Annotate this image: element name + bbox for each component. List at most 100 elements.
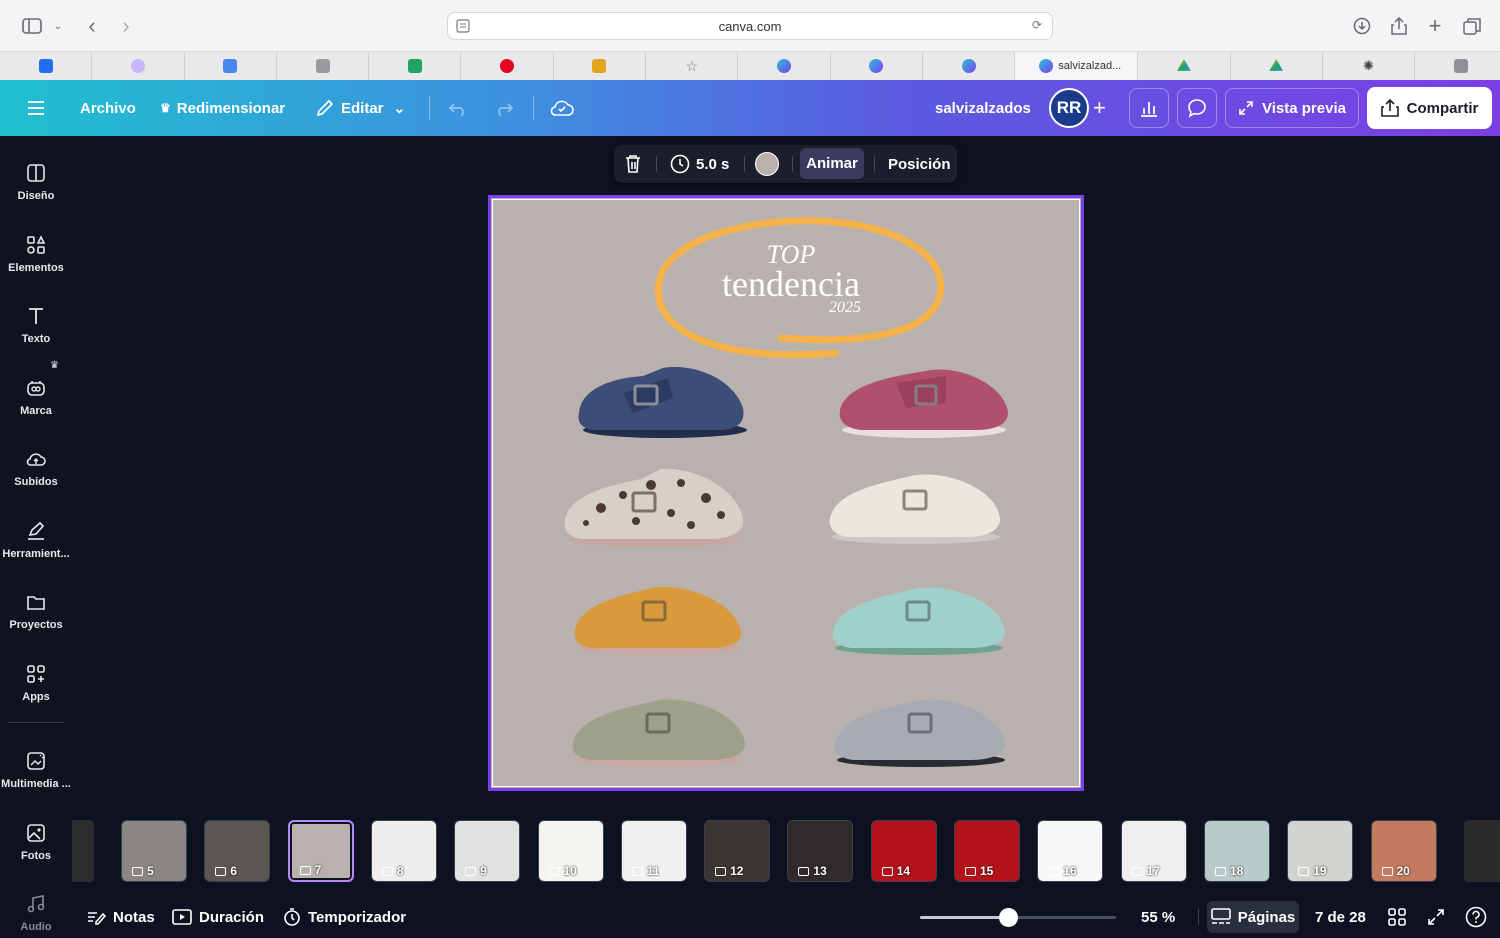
- page-number: 10: [548, 864, 577, 878]
- page-thumbnail[interactable]: 9: [454, 820, 521, 882]
- download-icon[interactable]: [1350, 14, 1374, 38]
- tab-canva-3[interactable]: [923, 52, 1016, 80]
- tab-trello[interactable]: [0, 52, 93, 80]
- design-page[interactable]: TOP tendencia 2025: [488, 195, 1084, 791]
- position-button[interactable]: Posición: [888, 145, 951, 183]
- chevron-down-icon[interactable]: ⌄: [46, 14, 70, 38]
- edit-menu-button[interactable]: Editar ⌄: [315, 80, 405, 136]
- tabs-overview-icon[interactable]: [1460, 14, 1484, 38]
- cloud-save-button[interactable]: [550, 80, 574, 136]
- page-thumbnail[interactable]: 5: [121, 820, 187, 882]
- new-tab-icon[interactable]: +: [1423, 13, 1447, 38]
- pink-clog-image[interactable]: [836, 358, 1014, 444]
- tab-canva-1[interactable]: [738, 52, 831, 80]
- sidebar-item-audio[interactable]: Audio: [0, 881, 72, 938]
- leopard-clog-image[interactable]: [561, 463, 747, 553]
- sage-clog-image[interactable]: [569, 688, 751, 774]
- sidebar-item-brand[interactable]: Marca: [0, 365, 72, 429]
- insights-button[interactable]: [1129, 88, 1169, 128]
- team-name[interactable]: salvizalzados: [935, 80, 1031, 136]
- help-button[interactable]: [1465, 896, 1487, 938]
- grey-clog-image[interactable]: [831, 688, 1011, 774]
- page-thumbnail[interactable]: 12: [704, 820, 771, 882]
- zoom-slider[interactable]: [920, 908, 1116, 927]
- zoom-slider-knob[interactable]: [999, 908, 1019, 927]
- page-thumbnail[interactable]: 8: [370, 820, 437, 882]
- file-menu-button[interactable]: Archivo: [80, 80, 136, 136]
- resize-button[interactable]: ♛ Redimensionar: [160, 80, 285, 136]
- notes-button[interactable]: Notas: [86, 896, 155, 938]
- fullscreen-button[interactable]: [1427, 896, 1445, 938]
- page-menu-icon[interactable]: [456, 19, 470, 36]
- sidebar-item-apps[interactable]: Apps: [0, 651, 72, 715]
- main-menu-button[interactable]: [26, 80, 46, 136]
- partial-thumbnail[interactable]: [1464, 820, 1500, 882]
- animate-button[interactable]: Animar: [800, 148, 864, 179]
- zoom-value[interactable]: 55 %: [1141, 896, 1175, 938]
- sidebar-item-multimedia[interactable]: Multimedia ...: [0, 738, 72, 802]
- sidebar-item-projects[interactable]: Proyectos: [0, 579, 72, 643]
- share-icon[interactable]: [1387, 14, 1411, 38]
- preview-button[interactable]: Vista previa: [1225, 88, 1359, 128]
- page-thumbnail[interactable]: 15: [954, 820, 1020, 882]
- sidebar-item-photos[interactable]: Fotos: [0, 810, 72, 874]
- translate-reload-icon[interactable]: ⟳: [1032, 18, 1042, 32]
- tab-pinterest[interactable]: [461, 52, 554, 80]
- tab-drive-1[interactable]: [1138, 52, 1231, 80]
- duration-button[interactable]: Duración: [172, 896, 264, 938]
- pages-button[interactable]: Páginas: [1207, 901, 1299, 933]
- sidebar-item-elements[interactable]: Elementos: [0, 222, 72, 286]
- tab-openai[interactable]: ✺: [1323, 52, 1416, 80]
- share-button[interactable]: Compartir: [1367, 87, 1492, 129]
- page-thumbnail[interactable]: 14: [870, 820, 937, 882]
- redo-button[interactable]: [494, 80, 514, 136]
- sidebar-item-tools[interactable]: Herramient...: [0, 508, 72, 572]
- tab-docs[interactable]: [185, 52, 277, 80]
- page-thumbnail[interactable]: 10: [537, 820, 604, 882]
- cream-clog-image[interactable]: [826, 463, 1006, 551]
- tab-c[interactable]: [1415, 52, 1500, 80]
- add-collaborator-button[interactable]: +: [1093, 80, 1106, 136]
- page-number-label: 9: [480, 864, 487, 878]
- page-thumbnail[interactable]: 6: [204, 820, 271, 882]
- avatar[interactable]: RR: [1049, 88, 1089, 128]
- tab-star[interactable]: ☆: [646, 52, 739, 80]
- background-color-button[interactable]: [755, 145, 779, 183]
- sidebar-item-uploads[interactable]: Subidos: [0, 436, 72, 500]
- address-bar[interactable]: canva.com ⟳: [447, 12, 1053, 40]
- page-thumbnail[interactable]: 7: [287, 820, 354, 882]
- timing-button[interactable]: 5.0 s: [670, 145, 729, 183]
- sidebar-item-design[interactable]: Diseño: [0, 150, 72, 214]
- navy-clog-image[interactable]: [573, 358, 751, 444]
- undo-button[interactable]: [448, 80, 468, 136]
- sidebar-item-text[interactable]: Texto: [0, 293, 72, 357]
- tab-spain[interactable]: [554, 52, 647, 80]
- tab-g[interactable]: [277, 52, 370, 80]
- page-thumbnail[interactable]: 11: [620, 820, 687, 882]
- text-icon: [29, 308, 43, 324]
- timer-label: Temporizador: [308, 908, 407, 926]
- page-thumbnail[interactable]: 16: [1037, 820, 1104, 882]
- page-counter[interactable]: 7 de 28: [1315, 896, 1366, 938]
- comments-button[interactable]: [1177, 88, 1217, 128]
- tab-canva-2[interactable]: [831, 52, 923, 80]
- page-thumbnail[interactable]: 20: [1370, 820, 1437, 882]
- page-thumbnail[interactable]: 18: [1203, 820, 1270, 882]
- back-icon[interactable]: ‹: [80, 13, 104, 38]
- forward-icon[interactable]: ›: [114, 13, 138, 38]
- page-thumbnail[interactable]: 19: [1287, 820, 1354, 882]
- tab-sheets[interactable]: [369, 52, 462, 80]
- timer-button[interactable]: Temporizador: [283, 896, 406, 938]
- page-thumbnail[interactable]: 17: [1120, 820, 1187, 882]
- page-thumbnail[interactable]: 13: [787, 820, 854, 882]
- tab-drive-2[interactable]: [1231, 52, 1323, 80]
- sidebar-toggle-icon[interactable]: [20, 14, 44, 38]
- tab-active[interactable]: salvizalzad...: [1015, 52, 1139, 80]
- grid-view-button[interactable]: [1388, 896, 1406, 938]
- aqua-clog-image[interactable]: [829, 576, 1011, 662]
- app-root: ⌄ ‹ › canva.com ⟳ + ☆ salvizalzad... ✺ A…: [0, 0, 1500, 938]
- partial-thumbnail[interactable]: [72, 820, 94, 882]
- mustard-clog-image[interactable]: [571, 576, 747, 662]
- tab-purple[interactable]: [92, 52, 185, 80]
- delete-page-button[interactable]: [624, 145, 642, 183]
